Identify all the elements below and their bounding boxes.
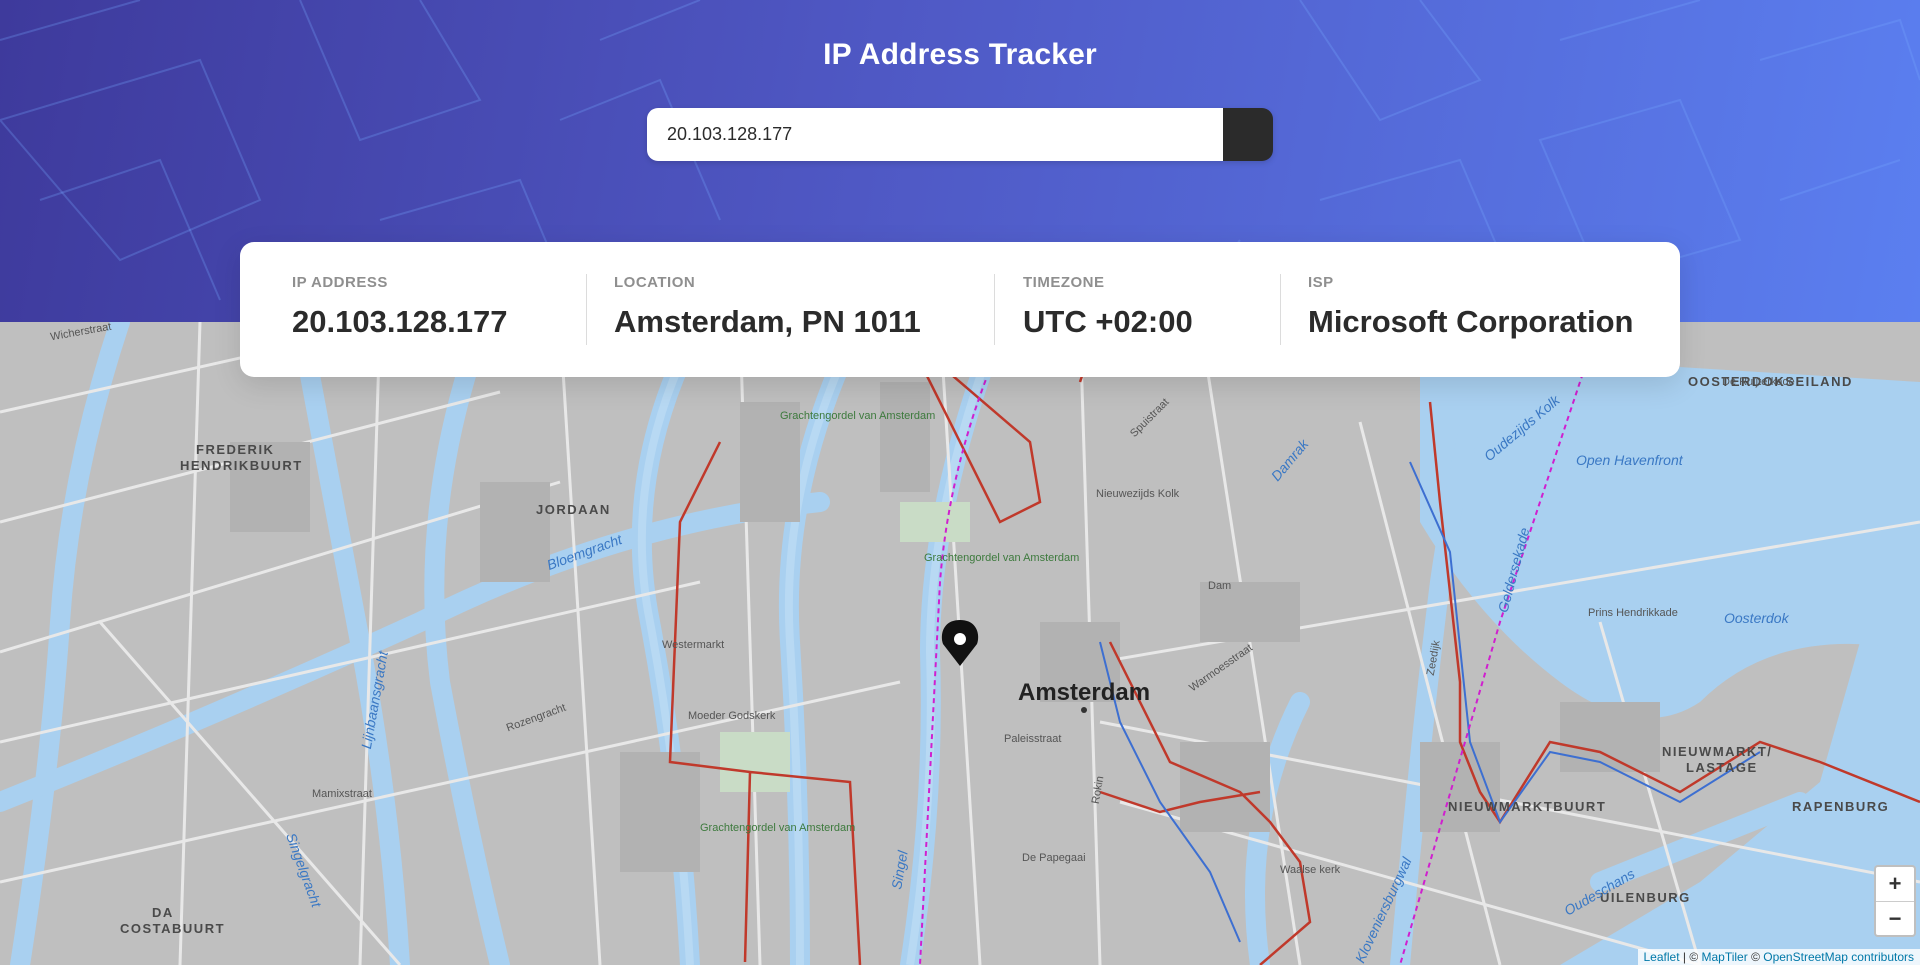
- map-label: NIEUWMARKTBUURT: [1448, 799, 1607, 814]
- map-label: Dam: [1208, 580, 1232, 592]
- ip-address-block: IP ADDRESS 20.103.128.177: [292, 274, 508, 340]
- attribution-text: | ©: [1679, 950, 1702, 964]
- map-label: Grachtengordel van Amsterdam: [780, 410, 936, 422]
- ip-address-value: 20.103.128.177: [292, 304, 508, 339]
- attribution-text: ©: [1747, 950, 1764, 964]
- map[interactable]: Amsterdam FREDERIK HENDRIKBUURT JORDAAN …: [0, 322, 1920, 965]
- map-label: De Papegaai: [1022, 852, 1086, 864]
- map-label: Moeder Godskerk: [688, 710, 776, 722]
- location-label: LOCATION: [614, 274, 696, 291]
- map-label: JORDAAN: [536, 502, 611, 517]
- location-value: Amsterdam, PN 1011: [614, 304, 921, 339]
- map-label: NIEUWMARKT/: [1662, 744, 1773, 759]
- timezone-label: TIMEZONE: [1023, 274, 1105, 291]
- isp-block: ISP Microsoft Corporation: [1308, 274, 1634, 340]
- chevron-right-icon: [650, 109, 658, 121]
- map-label: Mamixstraat: [312, 788, 372, 800]
- map-label: DA: [152, 905, 174, 920]
- leaflet-link[interactable]: Leaflet: [1644, 950, 1680, 964]
- map-tiles: [0, 322, 1920, 965]
- search-bar: [647, 108, 1273, 161]
- zoom-in-button[interactable]: +: [1876, 867, 1914, 902]
- divider: [586, 274, 587, 345]
- location-block: LOCATION Amsterdam, PN 1011: [614, 274, 921, 340]
- map-label: Nieuwezijds Kolk: [1096, 488, 1180, 500]
- map-label: COSTABUURT: [120, 921, 226, 936]
- map-label: Grachtengordel van Amsterdam: [924, 552, 1080, 564]
- timezone-value: UTC +02:00: [1023, 304, 1193, 339]
- map-label: LASTAGE: [1686, 760, 1758, 775]
- map-label: RAPENBURG: [1792, 799, 1890, 814]
- submit-button[interactable]: [650, 108, 1273, 161]
- maptiler-link[interactable]: MapTiler: [1702, 950, 1748, 964]
- city-label: Amsterdam: [1018, 679, 1151, 706]
- divider: [1280, 274, 1281, 345]
- divider: [994, 274, 995, 345]
- isp-label: ISP: [1308, 274, 1334, 291]
- map-label: Oosterdok: [1724, 610, 1789, 626]
- isp-value: Microsoft Corporation: [1308, 304, 1634, 339]
- map-label: Waalse kerk: [1280, 864, 1341, 876]
- info-card: IP ADDRESS 20.103.128.177 LOCATION Amste…: [240, 242, 1680, 377]
- ip-address-label: IP ADDRESS: [292, 274, 388, 291]
- timezone-block: TIMEZONE UTC +02:00: [1023, 274, 1193, 340]
- map-attribution: Leaflet | © MapTiler © OpenStreetMap con…: [1637, 949, 1920, 965]
- map-label: Westermarkt: [662, 639, 725, 651]
- map-label: Grachtengordel van Amsterdam: [700, 822, 856, 834]
- ip-search-input[interactable]: [647, 108, 1223, 161]
- map-label: Paleisstraat: [1004, 733, 1062, 745]
- map-label: FREDERIK: [196, 442, 275, 457]
- osm-link[interactable]: OpenStreetMap contributors: [1763, 950, 1914, 964]
- map-label: Open Havenfront: [1576, 452, 1683, 468]
- page-title: IP Address Tracker: [823, 38, 1097, 71]
- map-label: Prins Hendrikkade: [1588, 607, 1678, 619]
- zoom-out-button[interactable]: −: [1876, 902, 1914, 936]
- map-label: HENDRIKBUURT: [180, 458, 303, 473]
- map-label: De Ruijterkade: [1722, 376, 1795, 388]
- zoom-control: + −: [1874, 865, 1916, 937]
